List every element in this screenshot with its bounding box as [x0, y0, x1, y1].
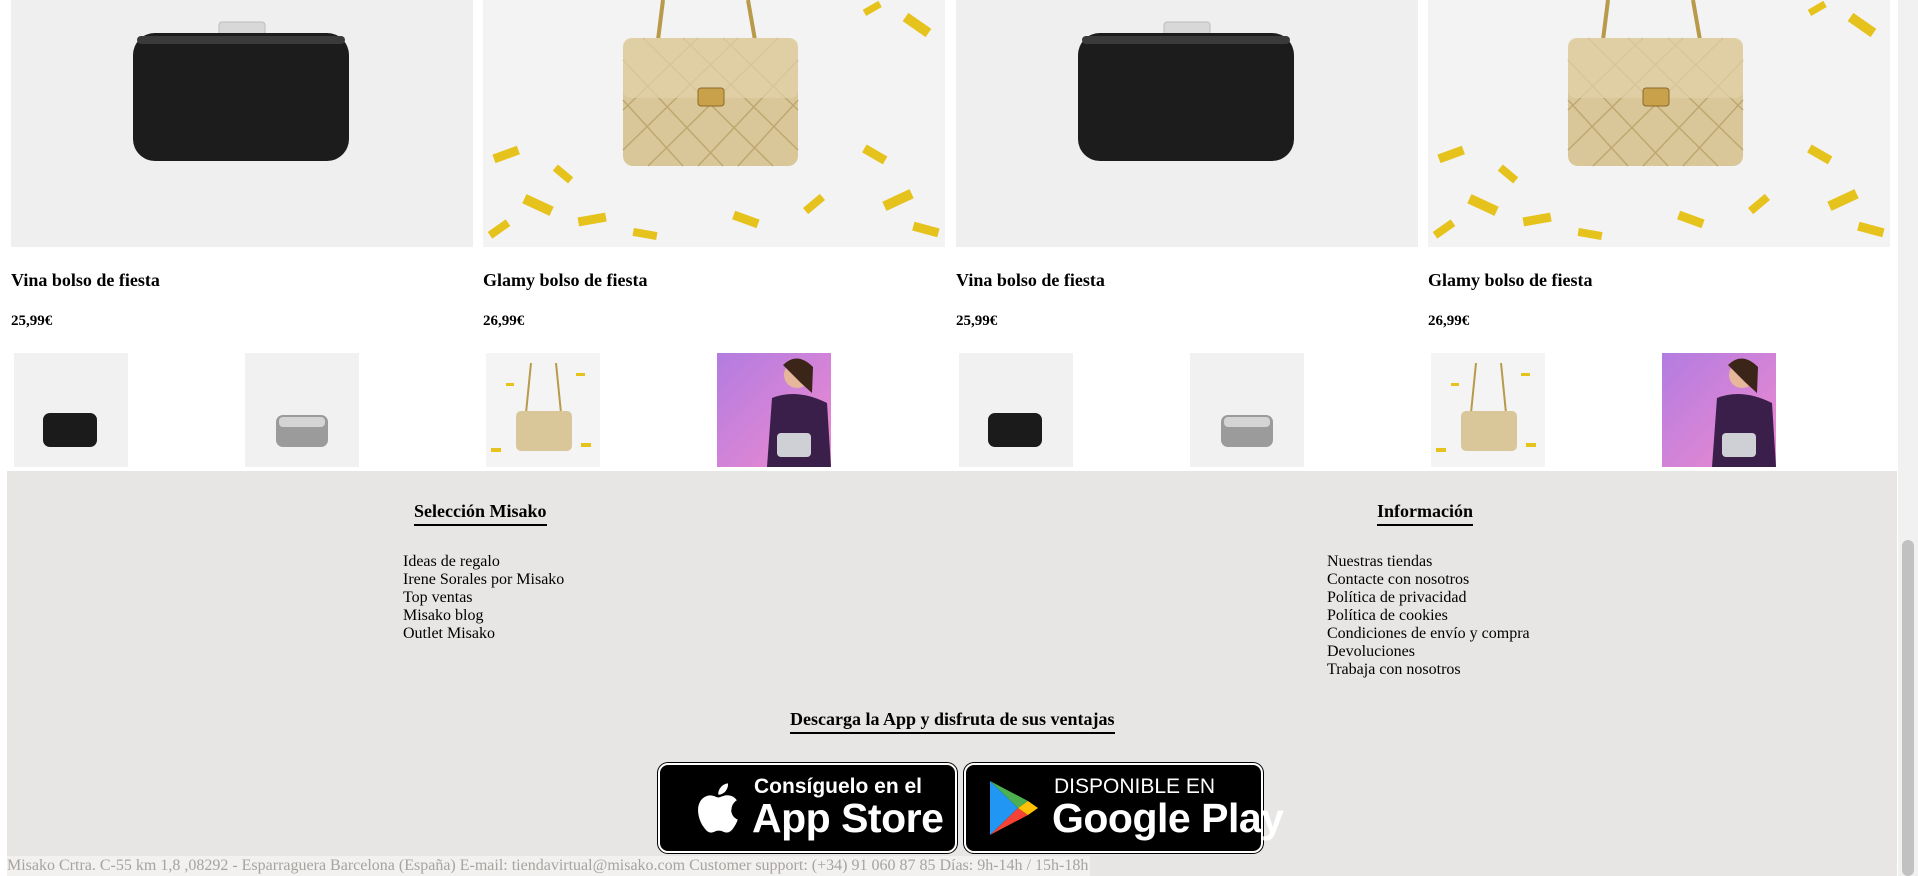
lifestyle-photo[interactable] — [717, 353, 831, 467]
product-grid: Vina bolso de fiesta 25,99€ Glamy bolso … — [0, 0, 1898, 471]
footer-link[interactable]: Política de cookies — [1327, 607, 1530, 625]
footer-link[interactable]: Contacte con nosotros — [1327, 571, 1530, 589]
color-swatch-gold[interactable] — [486, 353, 600, 467]
product-image[interactable] — [956, 0, 1418, 247]
footer-link[interactable]: Nuestras tiendas — [1327, 553, 1530, 571]
product-price: 26,99€ — [483, 313, 525, 329]
color-swatch-silver[interactable] — [1190, 353, 1304, 467]
footer-link[interactable]: Outlet Misako — [403, 625, 564, 643]
product-card[interactable]: Vina bolso de fiesta 25,99€ — [11, 0, 473, 471]
company-address: Misako Crtra. C-55 km 1,8 ,08292 - Espar… — [7, 856, 1091, 876]
footer-link[interactable]: Ideas de regalo — [403, 553, 564, 571]
google-play-big-label: Google Play — [1052, 795, 1284, 841]
color-swatch-black[interactable] — [959, 353, 1073, 467]
footer-link[interactable]: Misako blog — [403, 607, 564, 625]
footer-link[interactable]: Trabaja con nosotros — [1327, 661, 1530, 679]
footer-link[interactable]: Política de privacidad — [1327, 589, 1530, 607]
product-image[interactable] — [11, 0, 473, 247]
product-image[interactable] — [1428, 0, 1890, 247]
product-card[interactable]: Vina bolso de fiesta 25,99€ — [956, 0, 1418, 471]
color-swatch-gold[interactable] — [1431, 353, 1545, 467]
footer-link[interactable]: Top ventas — [403, 589, 564, 607]
seleccion-title: Selección Misako — [414, 501, 547, 526]
google-play-icon — [990, 781, 1038, 835]
product-name[interactable]: Vina bolso de fiesta — [11, 270, 160, 291]
color-swatch-black[interactable] — [14, 353, 128, 467]
page-scrollbar[interactable] — [1898, 0, 1918, 876]
product-name[interactable]: Vina bolso de fiesta — [956, 270, 1105, 291]
app-store-button[interactable]: Consíguelo en el App Store — [658, 763, 957, 853]
apple-icon — [698, 783, 738, 833]
product-name[interactable]: Glamy bolso de fiesta — [1428, 270, 1593, 291]
product-price: 26,99€ — [1428, 313, 1470, 329]
product-name[interactable]: Glamy bolso de fiesta — [483, 270, 648, 291]
product-price: 25,99€ — [11, 313, 53, 329]
product-image[interactable] — [483, 0, 945, 247]
footer-link[interactable]: Devoluciones — [1327, 643, 1530, 661]
scrollbar-thumb[interactable] — [1902, 540, 1914, 876]
product-card[interactable]: Glamy bolso de fiesta 26,99€ — [483, 0, 945, 471]
informacion-links: Nuestras tiendas Contacte con nosotros P… — [1327, 553, 1530, 679]
footer-link[interactable]: Irene Sorales por Misako — [403, 571, 564, 589]
app-store-big-label: App Store — [752, 795, 944, 841]
lifestyle-photo[interactable] — [1662, 353, 1776, 467]
color-swatch-silver[interactable] — [245, 353, 359, 467]
seleccion-links: Ideas de regalo Irene Sorales por Misako… — [403, 553, 564, 643]
app-download-title: Descarga la App y disfruta de sus ventaj… — [790, 709, 1115, 734]
product-price: 25,99€ — [956, 313, 998, 329]
footer-link[interactable]: Condiciones de envío y compra — [1327, 625, 1530, 643]
site-footer: Selección Misako Ideas de regalo Irene S… — [7, 471, 1897, 876]
google-play-button[interactable]: DISPONIBLE EN Google Play — [964, 763, 1284, 853]
informacion-title: Información — [1377, 501, 1473, 526]
product-card[interactable]: Glamy bolso de fiesta 26,99€ — [1428, 0, 1890, 471]
